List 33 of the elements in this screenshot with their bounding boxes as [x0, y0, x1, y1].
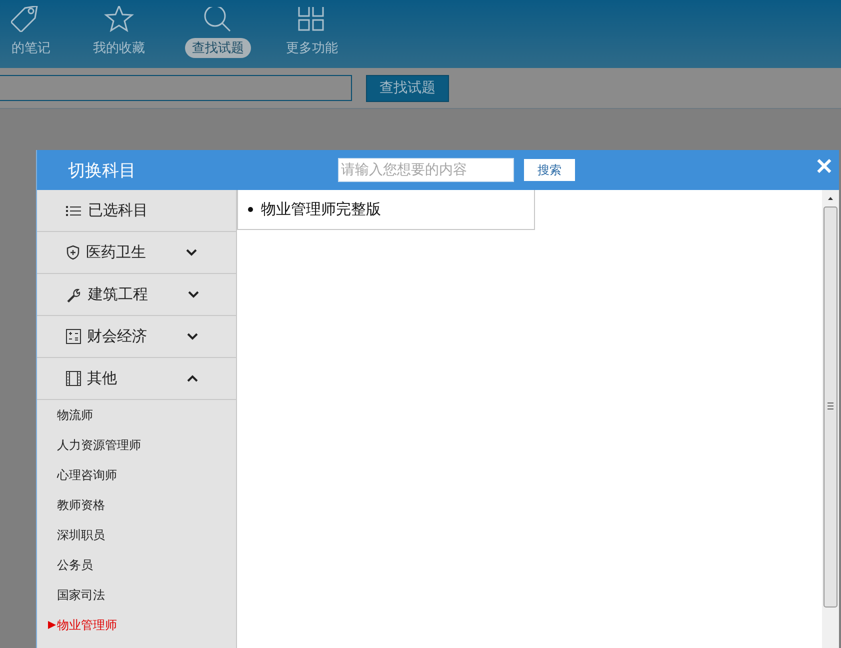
- subject-item[interactable]: 教师资格: [37, 490, 236, 520]
- shield-icon: [66, 245, 80, 260]
- list-icon: [66, 204, 82, 216]
- calculator-icon: [66, 329, 81, 344]
- subject-item[interactable]: 物业管理师: [37, 610, 236, 640]
- subject-item[interactable]: 国家司法: [37, 580, 236, 610]
- search-button[interactable]: 查找试题: [366, 74, 449, 102]
- star-icon: [104, 6, 134, 32]
- chosen-subject: 物业管理师完整版: [261, 200, 381, 219]
- nav-tab[interactable]: 查找试题: [185, 38, 251, 58]
- wrench-icon: [66, 286, 82, 302]
- category-label: 建筑工程: [88, 285, 149, 304]
- category-row[interactable]: 建筑工程: [37, 274, 236, 316]
- subject-item[interactable]: 物流师: [37, 400, 236, 430]
- subject-item[interactable]: 深圳职员: [37, 520, 236, 550]
- pointer-icon: [48, 621, 56, 629]
- subject-item[interactable]: 人力资源管理师: [37, 430, 236, 460]
- category-label: 其他: [87, 369, 118, 388]
- category-row[interactable]: 财会经济: [37, 316, 236, 358]
- search-field[interactable]: [0, 75, 352, 101]
- grid-icon: [298, 7, 326, 32]
- subject-item[interactable]: 心理咨询师: [37, 460, 236, 490]
- category-row[interactable]: 已选科目: [37, 190, 236, 232]
- category-label: 财会经济: [87, 327, 148, 346]
- subject-item[interactable]: 公务员: [37, 550, 236, 580]
- category-label: 医药卫生: [86, 243, 147, 262]
- film-icon: [66, 371, 81, 386]
- search-button[interactable]: 搜索: [524, 159, 575, 181]
- category-label: 已选科目: [88, 201, 149, 220]
- category-row[interactable]: 其他: [37, 358, 236, 400]
- bullet-icon: [248, 207, 253, 212]
- category-row[interactable]: 医药卫生: [37, 232, 236, 274]
- dialog-title: 切换科目: [68, 160, 137, 182]
